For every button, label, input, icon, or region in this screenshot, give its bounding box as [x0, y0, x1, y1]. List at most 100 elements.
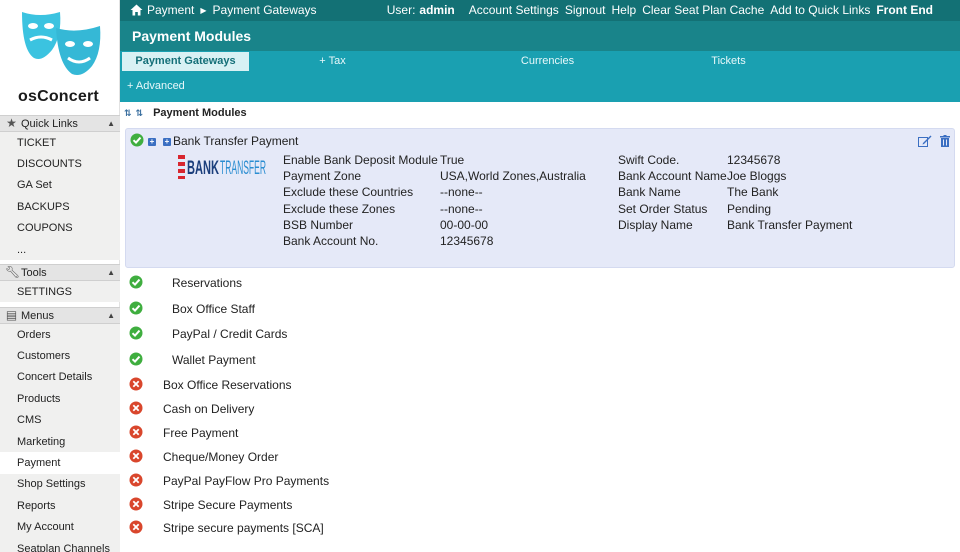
- top-bar: Payment ▶ Payment Gateways User: admin A…: [120, 0, 960, 21]
- breadcrumb-payment[interactable]: Payment: [147, 3, 194, 17]
- field-value: Pending: [727, 202, 772, 216]
- collapse-caret-icon[interactable]: ▲: [107, 119, 115, 128]
- module-name[interactable]: Reservations: [172, 276, 242, 290]
- user-name: admin: [419, 3, 455, 17]
- sidebar-item-backups[interactable]: BACKUPS: [0, 196, 120, 218]
- field-label: Display Name: [618, 218, 693, 232]
- module-name[interactable]: Cheque/Money Order: [163, 450, 278, 464]
- module-row[interactable]: PayPal / Credit Cards: [120, 322, 955, 346]
- module-name[interactable]: Cash on Delivery: [163, 402, 254, 416]
- sidebar-item-more[interactable]: ...: [0, 238, 120, 261]
- sidebar-item-reports[interactable]: Reports: [0, 495, 120, 517]
- check-icon[interactable]: [130, 133, 144, 147]
- module-title[interactable]: Bank Transfer Payment: [173, 134, 298, 148]
- module-row[interactable]: Wallet Payment: [120, 348, 955, 372]
- field-value: True: [440, 153, 465, 167]
- sidebar-item-ticket[interactable]: TICKET: [0, 132, 120, 154]
- field-label: Bank Account Name: [618, 169, 727, 183]
- sidebar-item-seatplan-channels[interactable]: Seatplan Channels: [0, 537, 120, 552]
- tab-advanced[interactable]: + Advanced: [127, 80, 185, 92]
- collapse-caret-icon[interactable]: ▲: [107, 311, 115, 320]
- module-name[interactable]: Stripe secure payments [SCA]: [163, 521, 324, 535]
- breadcrumb: Payment ▶ Payment Gateways: [130, 3, 317, 17]
- module-name[interactable]: PayPal PayFlow Pro Payments: [163, 474, 329, 488]
- disabled-x-icon[interactable]: [129, 497, 143, 511]
- sidebar-item-payment[interactable]: Payment: [0, 452, 120, 474]
- module-row[interactable]: Reservations: [120, 271, 955, 295]
- main-content: ⇅ ⇅ Payment Modules + + Bank Transfer Pa…: [120, 102, 960, 552]
- module-name[interactable]: Stripe Secure Payments: [163, 498, 292, 512]
- sidebar-head-label: Tools: [21, 266, 47, 279]
- field-label: Swift Code.: [618, 153, 680, 167]
- module-name[interactable]: Box Office Staff: [172, 302, 255, 316]
- field-value: USA,World Zones,Australia: [440, 169, 586, 183]
- module-row[interactable]: Box Office Staff: [120, 297, 955, 321]
- module-name[interactable]: Box Office Reservations: [163, 378, 292, 392]
- sidebar-section-tools: 🔧︎ Tools ▲ SETTINGS: [0, 264, 120, 303]
- check-icon[interactable]: [129, 275, 143, 289]
- signout-link[interactable]: Signout: [565, 3, 606, 17]
- tab-tickets[interactable]: Tickets: [686, 52, 771, 71]
- module-row[interactable]: PayPal PayFlow Pro Payments: [120, 469, 955, 493]
- module-name[interactable]: PayPal / Credit Cards: [172, 327, 287, 341]
- sidebar-head-menus[interactable]: ▤ Menus ▲: [0, 307, 120, 324]
- module-name[interactable]: Free Payment: [163, 426, 238, 440]
- sidebar-item-my-account[interactable]: My Account: [0, 516, 120, 538]
- module-row[interactable]: Box Office Reservations: [120, 373, 955, 397]
- module-name[interactable]: Wallet Payment: [172, 353, 256, 367]
- sidebar-item-discounts[interactable]: DISCOUNTS: [0, 153, 120, 175]
- theatre-masks-logo-icon: [22, 12, 101, 75]
- field-label: Bank Account No.: [283, 234, 379, 248]
- expand-icon[interactable]: +: [148, 138, 156, 146]
- sidebar-item-orders[interactable]: Orders: [0, 324, 120, 346]
- wrench-icon: 🔧︎: [5, 265, 21, 279]
- sidebar-item-ga-set[interactable]: GA Set: [0, 174, 120, 197]
- field-value: --none--: [440, 202, 483, 216]
- disabled-x-icon[interactable]: [129, 473, 143, 487]
- expand-all-icon[interactable]: +: [163, 138, 171, 146]
- sidebar-head-tools[interactable]: 🔧︎ Tools ▲: [0, 264, 120, 281]
- field-value: 12345678: [727, 153, 781, 167]
- sidebar-head-quick-links[interactable]: ★ Quick Links ▲: [0, 115, 120, 132]
- disabled-x-icon[interactable]: [129, 401, 143, 415]
- module-row[interactable]: Cheque/Money Order: [120, 445, 955, 469]
- disabled-x-icon[interactable]: [129, 377, 143, 391]
- disabled-x-icon[interactable]: [129, 520, 143, 534]
- breadcrumb-payment-gateways[interactable]: Payment Gateways: [213, 3, 317, 17]
- module-row[interactable]: Free Payment: [120, 421, 955, 445]
- clear-seat-plan-cache-link[interactable]: Clear Seat Plan Cache: [642, 3, 764, 17]
- sort-ascending-icon[interactable]: ⇅: [124, 108, 132, 119]
- sort-descending-icon[interactable]: ⇅: [136, 108, 144, 119]
- help-link[interactable]: Help: [612, 3, 637, 17]
- sidebar-item-cms[interactable]: CMS: [0, 409, 120, 431]
- disabled-x-icon[interactable]: [129, 425, 143, 439]
- trash-icon[interactable]: [940, 135, 950, 147]
- module-row[interactable]: Cash on Delivery: [120, 397, 955, 421]
- sidebar-item-shop-settings[interactable]: Shop Settings: [0, 473, 120, 496]
- check-icon[interactable]: [129, 352, 143, 366]
- edit-icon[interactable]: [918, 135, 932, 147]
- check-icon[interactable]: [129, 301, 143, 315]
- add-to-quick-links-link[interactable]: Add to Quick Links: [770, 3, 870, 17]
- app-logo[interactable]: osConcert: [0, 0, 120, 114]
- module-row[interactable]: Stripe secure payments [SCA]: [120, 516, 955, 540]
- account-settings-link[interactable]: Account Settings: [469, 3, 559, 17]
- sidebar-item-customers[interactable]: Customers: [0, 345, 120, 367]
- front-end-link[interactable]: Front End: [876, 3, 933, 17]
- home-icon[interactable]: [130, 4, 143, 16]
- sidebar-item-marketing[interactable]: Marketing: [0, 430, 120, 453]
- sidebar-item-settings[interactable]: SETTINGS: [0, 281, 120, 303]
- field-label: Payment Zone: [283, 169, 362, 183]
- tab-currencies[interactable]: Currencies: [505, 52, 590, 71]
- module-row[interactable]: Stripe Secure Payments: [120, 493, 955, 517]
- list-header: ⇅ ⇅ Payment Modules: [124, 107, 247, 119]
- sidebar-item-concert-details[interactable]: Concert Details: [0, 366, 120, 389]
- collapse-caret-icon[interactable]: ▲: [107, 268, 115, 277]
- check-icon[interactable]: [129, 326, 143, 340]
- sidebar-item-products[interactable]: Products: [0, 388, 120, 410]
- tab-payment-gateways[interactable]: Payment Gateways: [122, 52, 249, 71]
- tab-tax[interactable]: + Tax: [290, 52, 375, 71]
- svg-text:BANK: BANK: [187, 158, 219, 179]
- sidebar-item-coupons[interactable]: COUPONS: [0, 217, 120, 239]
- disabled-x-icon[interactable]: [129, 449, 143, 463]
